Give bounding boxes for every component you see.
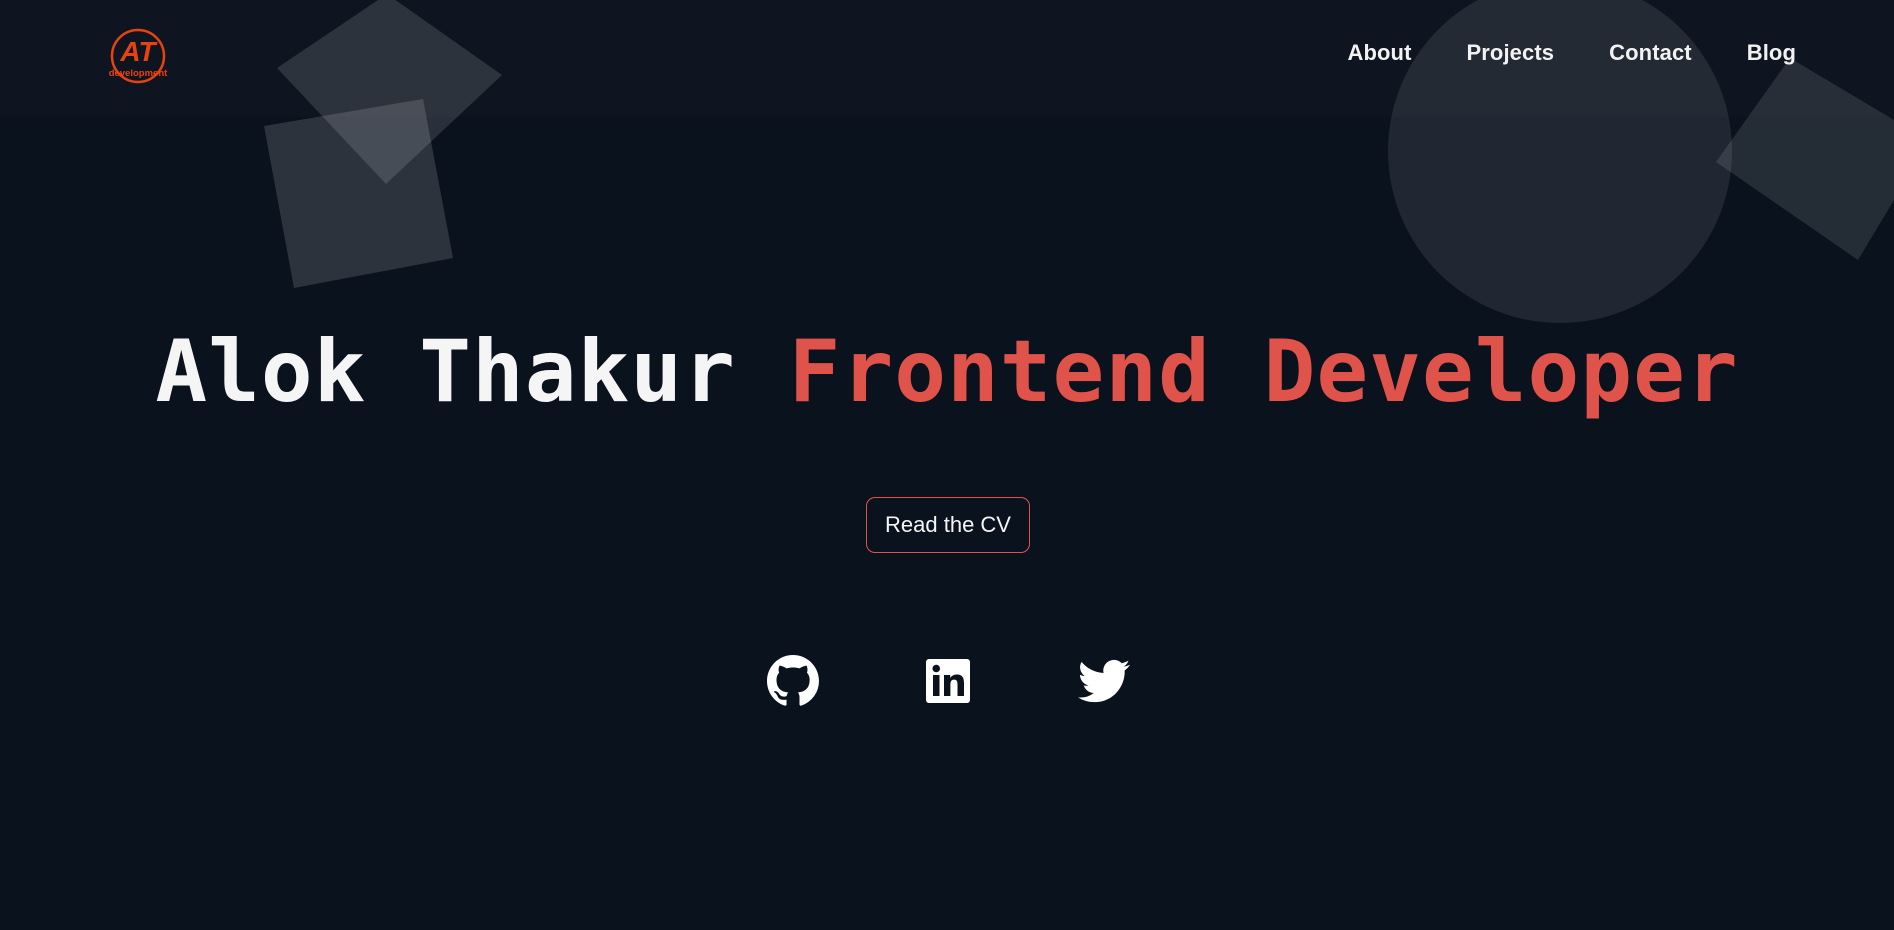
hero-name: Alok Thakur bbox=[155, 322, 736, 422]
page: AT development About Projects Contact Bl… bbox=[0, 0, 1894, 930]
nav-projects[interactable]: Projects bbox=[1467, 40, 1555, 66]
hero-heading: Alok Thakur Frontend Developer bbox=[0, 322, 1894, 422]
background-shapes bbox=[0, 0, 1894, 323]
decorative-rhombus bbox=[1716, 58, 1894, 260]
logo[interactable]: AT development bbox=[100, 26, 176, 86]
hero-role: Frontend Developer bbox=[788, 322, 1739, 422]
nav-about[interactable]: About bbox=[1347, 40, 1411, 66]
nav-blog[interactable]: Blog bbox=[1747, 40, 1796, 66]
logo-mark: AT bbox=[119, 36, 158, 67]
nav-contact[interactable]: Contact bbox=[1609, 40, 1692, 66]
github-link[interactable] bbox=[767, 655, 819, 707]
github-icon bbox=[767, 655, 819, 706]
main-nav: About Projects Contact Blog bbox=[1347, 40, 1796, 66]
linkedin-link[interactable] bbox=[922, 655, 974, 707]
twitter-icon bbox=[1078, 659, 1130, 703]
linkedin-icon bbox=[926, 659, 970, 703]
logo-subtitle: development bbox=[109, 68, 168, 79]
decorative-square bbox=[264, 99, 453, 288]
twitter-link[interactable] bbox=[1078, 655, 1130, 707]
at-development-logo: AT development bbox=[109, 28, 168, 84]
read-cv-button[interactable]: Read the CV bbox=[866, 497, 1030, 553]
decorative-diamond bbox=[277, 0, 502, 184]
